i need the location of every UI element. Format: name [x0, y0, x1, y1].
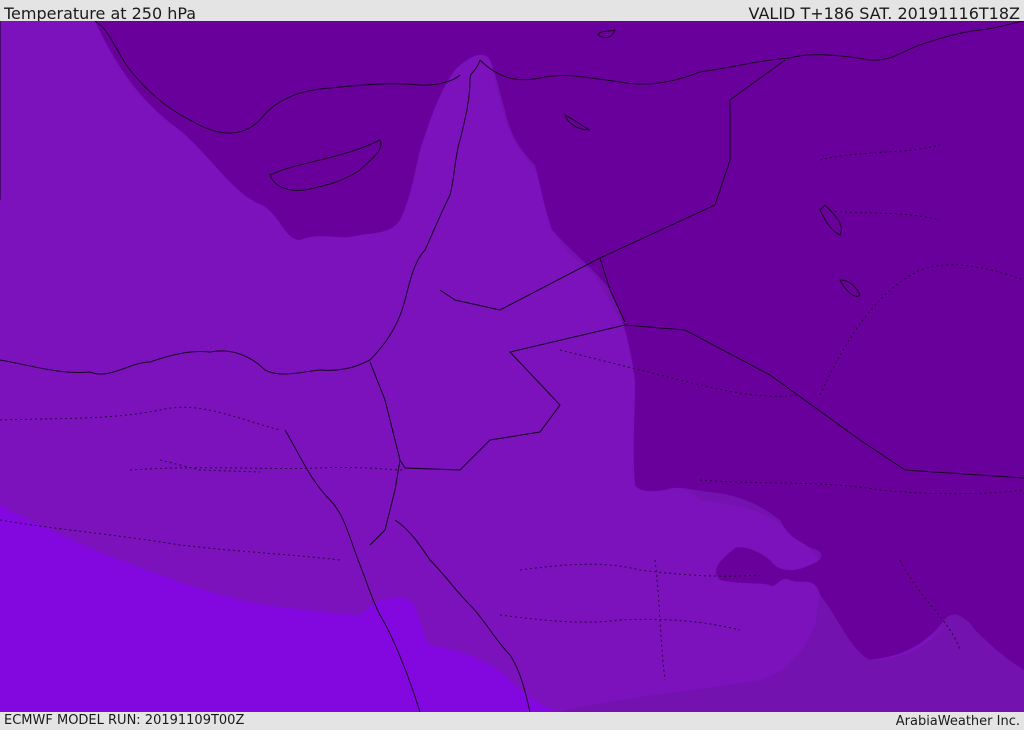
map-canvas [0, 21, 1024, 712]
header-bar: Temperature at 250 hPa VALID T+186 SAT. … [0, 0, 1024, 23]
footer-bar: ECMWF MODEL RUN: 20191109T00Z ArabiaWeat… [0, 712, 1024, 729]
model-run-label: ECMWF MODEL RUN: 20191109T00Z [4, 713, 245, 728]
temperature-map[interactable] [0, 21, 1024, 712]
credit-label: ArabiaWeather Inc. [895, 714, 1020, 729]
